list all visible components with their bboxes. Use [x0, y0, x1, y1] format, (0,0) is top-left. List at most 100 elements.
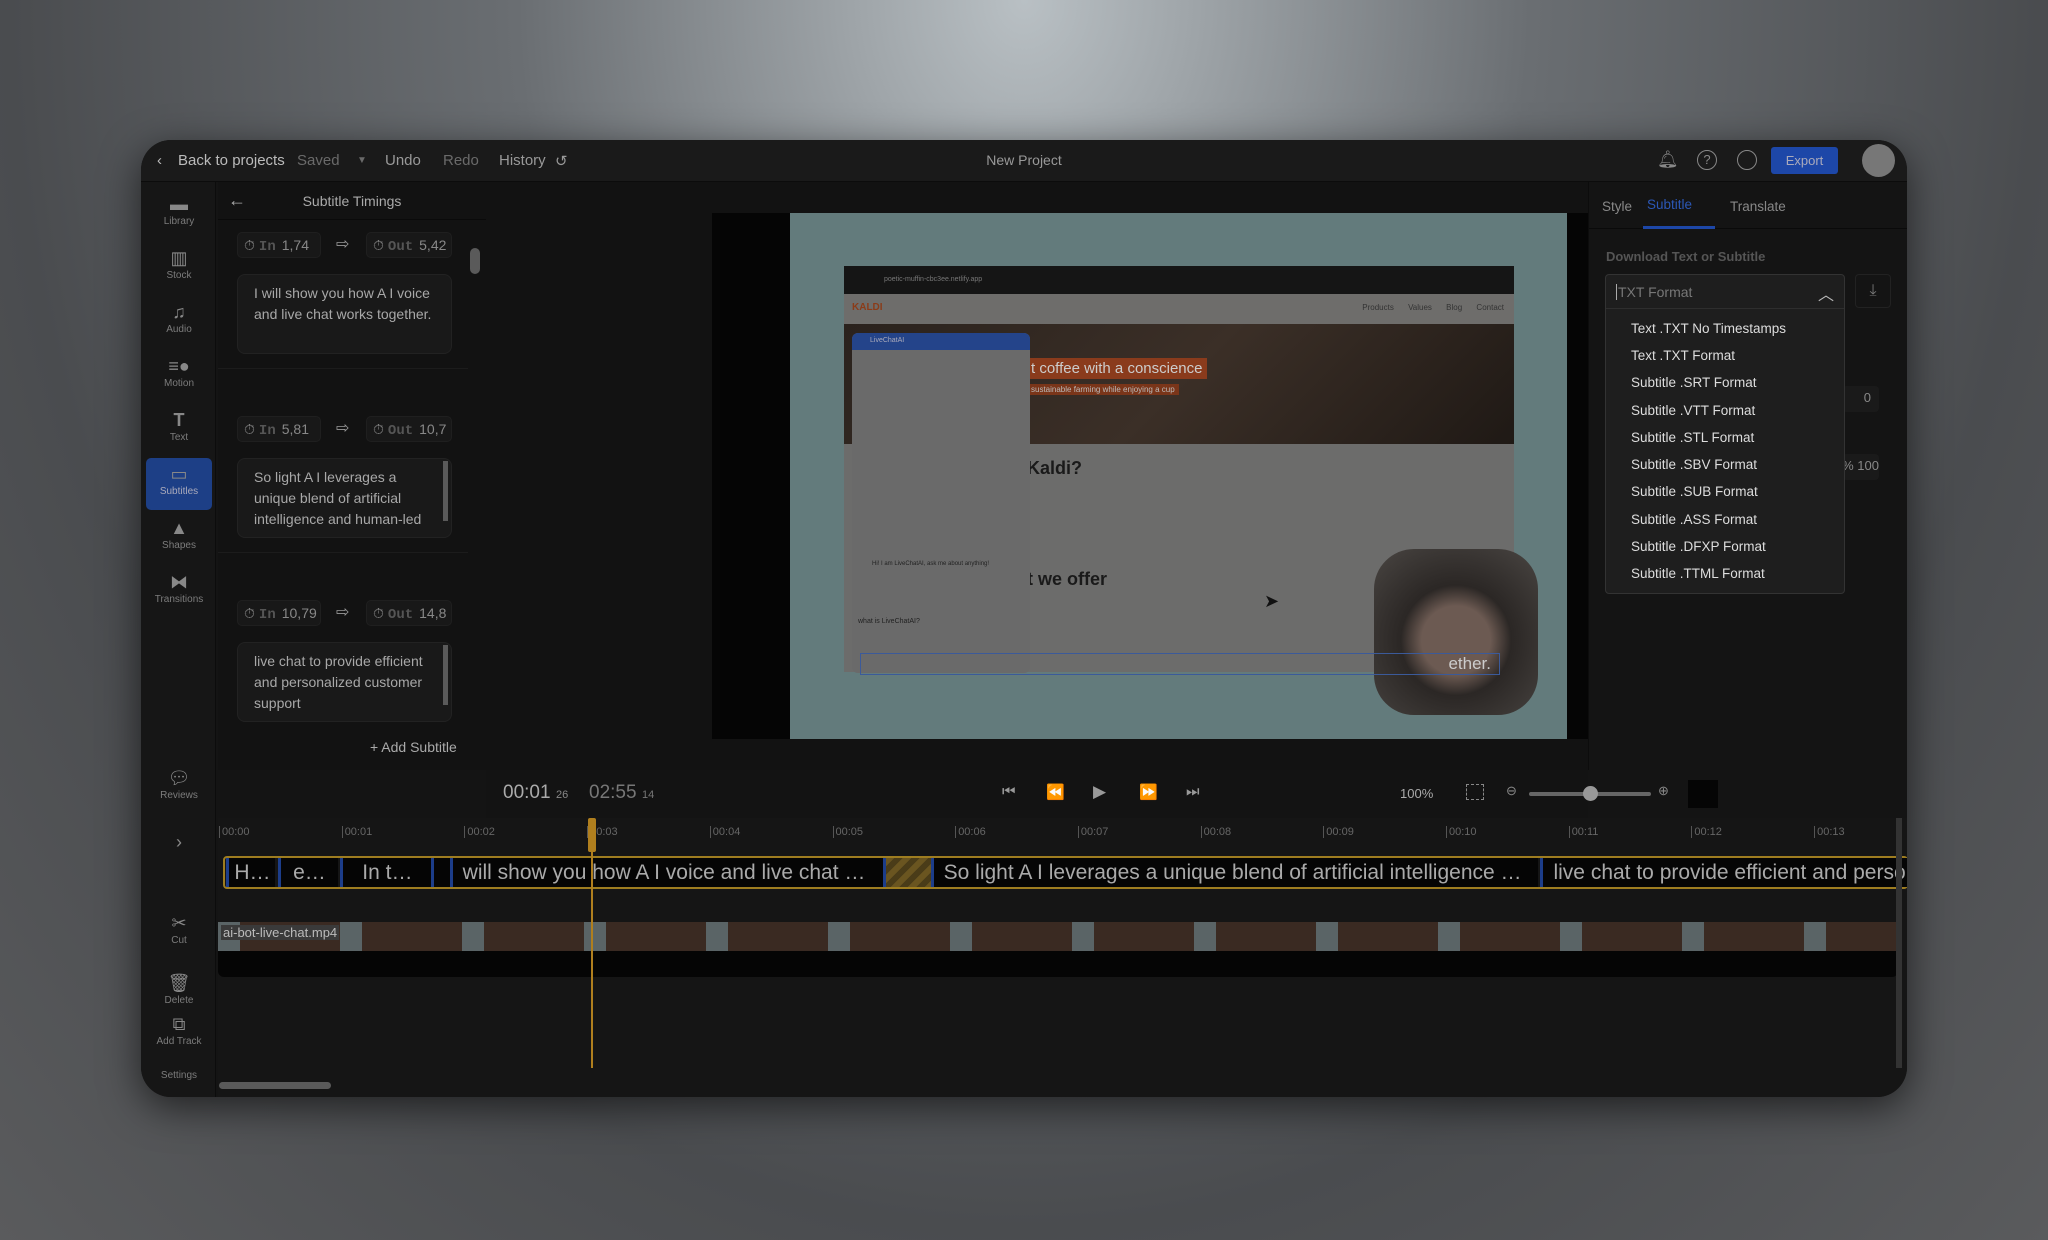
avatar[interactable]: [1862, 144, 1895, 177]
video-track[interactable]: ai-bot-live-chat.mp4: [218, 922, 1898, 951]
dropdown-option[interactable]: Subtitle .ASS Format: [1631, 506, 1757, 533]
sidebar-item-motion[interactable]: ≡● Motion: [146, 350, 212, 402]
sidebar-item-shapes[interactable]: ▲ Shapes: [146, 512, 212, 564]
globe-icon[interactable]: [1737, 150, 1757, 170]
out-time-field[interactable]: ⏱ Out 14,8: [366, 600, 452, 626]
expand-chevron-icon[interactable]: ›: [146, 826, 212, 878]
play-icon[interactable]: ▶: [1093, 782, 1106, 802]
subtitle-text-card[interactable]: I will show you how A I voice and live c…: [237, 274, 452, 354]
chat-input: what is LiveChatAI?: [858, 618, 920, 625]
hero-subtitle: sustainable farming while enjoying a cup: [1027, 384, 1179, 395]
download-button[interactable]: ⤓: [1855, 274, 1891, 308]
sidebar-label: Reviews: [160, 790, 198, 801]
sidebar-item-stock[interactable]: ▥ Stock: [146, 242, 212, 294]
out-time-field[interactable]: ⏱ Out 5,42: [366, 232, 452, 258]
in-time-field[interactable]: ⏱ In 1,74: [237, 232, 321, 258]
select-value: TXT Format: [1616, 284, 1693, 300]
zoom-level: 100%: [1400, 786, 1434, 801]
presenter-webcam: [1374, 549, 1538, 715]
music-note-icon: ♫: [172, 302, 186, 322]
layout-toggle-icon[interactable]: [1688, 780, 1718, 808]
tab-translate[interactable]: Translate: [1730, 199, 1786, 214]
panel-scrollbar[interactable]: [470, 248, 480, 274]
sidebar-item-library[interactable]: ▬ Library: [146, 188, 212, 240]
rewind-icon[interactable]: ⏪: [1046, 783, 1065, 801]
timeline: 00:00 00:01 00:02 00:03 00:04 00:05 00:06 00:07…: [218, 818, 1907, 1097]
dropdown-option[interactable]: Subtitle .TTML Format: [1631, 560, 1765, 587]
card-text: live chat to provide efficient and perso…: [254, 653, 423, 711]
active-tab-indicator: [1643, 226, 1715, 229]
subtitle-gap[interactable]: [882, 858, 931, 887]
format-select[interactable]: TXT Format ︿: [1606, 275, 1844, 309]
in-time-field[interactable]: ⏱ In 10,79: [237, 600, 321, 626]
zoom-slider-handle[interactable]: [1583, 786, 1598, 801]
timeline-tick: 00:00: [219, 826, 250, 838]
in-value: 10,79: [281, 605, 317, 621]
subtitle-clip[interactable]: H…: [226, 858, 276, 887]
percent-field[interactable]: 100 %: [1842, 454, 1879, 480]
in-value: 1,74: [281, 237, 309, 253]
audio-waveform-track[interactable]: [218, 951, 1898, 977]
fullscreen-icon[interactable]: [1466, 784, 1484, 800]
dropdown-option[interactable]: Text .TXT Format: [1631, 342, 1735, 369]
help-icon[interactable]: ?: [1697, 150, 1717, 170]
out-value: 5,42: [419, 237, 447, 253]
export-button[interactable]: Export: [1771, 147, 1838, 174]
timeline-tick: 00:11: [1568, 826, 1598, 838]
add-track-button[interactable]: ⧉ Add Track: [146, 1008, 212, 1052]
skip-start-icon[interactable]: ⏮: [1002, 783, 1016, 800]
editor-window: ‹ Back to projects Saved ▼ Undo Redo His…: [141, 140, 1907, 1097]
dropdown-option[interactable]: Subtitle .DFXP Format: [1631, 533, 1766, 560]
subtitle-text-card[interactable]: So light A I leverages a unique blend of…: [237, 458, 452, 538]
out-label: Out: [387, 607, 414, 623]
subtitle-text-card[interactable]: live chat to provide efficient and perso…: [237, 642, 452, 722]
numeric-field[interactable]: 0: [1842, 386, 1879, 412]
arrow-right-icon: ⇨: [336, 420, 350, 437]
chevron-up-icon[interactable]: ︿: [1818, 281, 1834, 305]
transitions-icon: ⧓: [170, 572, 188, 592]
dropdown-option[interactable]: Subtitle .VTT Format: [1631, 397, 1755, 424]
dropdown-option[interactable]: Subtitle .SUB Format: [1631, 478, 1758, 505]
zoom-out-icon[interactable]: ⊖: [1506, 783, 1517, 799]
sidebar-item-transitions[interactable]: ⧓ Transitions: [146, 566, 212, 618]
tab-subtitle[interactable]: Subtitle: [1647, 197, 1692, 212]
zoom-slider[interactable]: [1529, 786, 1651, 801]
zoom-in-icon[interactable]: ⊕: [1658, 783, 1669, 799]
in-time-field[interactable]: ⏱ In 5,81: [237, 416, 321, 442]
timeline-tick: 00:12: [1691, 826, 1722, 838]
subtitle-clip[interactable]: [431, 858, 450, 887]
subtitle-clip[interactable]: e…: [277, 858, 338, 887]
in-label: In: [258, 239, 276, 255]
fast-forward-icon[interactable]: ⏩: [1139, 783, 1158, 801]
dropdown-option[interactable]: Subtitle .SBV Format: [1631, 451, 1757, 478]
sidebar-item-text[interactable]: T Text: [146, 404, 212, 456]
subtitle-clip[interactable]: So light A I leverages a unique blend of…: [930, 858, 1539, 887]
format-dropdown[interactable]: TXT Format ︿ Text .TXT No Timestamps Tex…: [1605, 274, 1845, 594]
subtitle-clip[interactable]: live chat to provide efficient and perso…: [1540, 858, 1907, 887]
timeline-tick: 00:01: [341, 826, 372, 838]
dropdown-option[interactable]: Subtitle .SRT Format: [1631, 369, 1757, 396]
out-time-field[interactable]: ⏱ Out 10,7: [366, 416, 452, 442]
bell-icon[interactable]: 🔔︎: [1657, 150, 1679, 170]
reviews-icon: 💬︎: [167, 768, 191, 788]
horizontal-scrollbar[interactable]: [219, 1082, 331, 1089]
caption-box[interactable]: ether.: [860, 653, 1500, 675]
card-text: So light A I leverages a unique blend of…: [254, 469, 422, 527]
video-preview-area: poetic-muffin-cbc3ee.netlify.app KALDI P…: [486, 182, 1647, 770]
dropdown-option[interactable]: Subtitle .STL Format: [1631, 424, 1754, 451]
dropdown-option[interactable]: Text .TXT No Timestamps: [1631, 315, 1786, 342]
vertical-scrollbar[interactable]: [1896, 818, 1902, 1068]
subtitle-clip[interactable]: In t…: [340, 858, 432, 887]
subtitle-clip[interactable]: will show you how A I voice and live cha…: [449, 858, 883, 887]
skip-end-icon[interactable]: ⏭: [1186, 783, 1200, 800]
sidebar-label: Library: [163, 216, 195, 227]
cut-tool[interactable]: ✂ Cut: [146, 907, 212, 959]
tab-style[interactable]: Style: [1602, 199, 1632, 214]
sidebar-item-subtitles[interactable]: ▭ Subtitles: [146, 458, 212, 510]
sidebar-item-audio[interactable]: ♫ Audio: [146, 296, 212, 348]
playhead[interactable]: [588, 818, 596, 1068]
add-subtitle-button[interactable]: + Add Subtitle: [370, 739, 457, 755]
video-canvas[interactable]: poetic-muffin-cbc3ee.netlify.app KALDI P…: [712, 213, 1647, 739]
settings-button[interactable]: Settings: [146, 1066, 212, 1086]
sidebar-item-reviews[interactable]: 💬︎ Reviews: [146, 762, 212, 814]
